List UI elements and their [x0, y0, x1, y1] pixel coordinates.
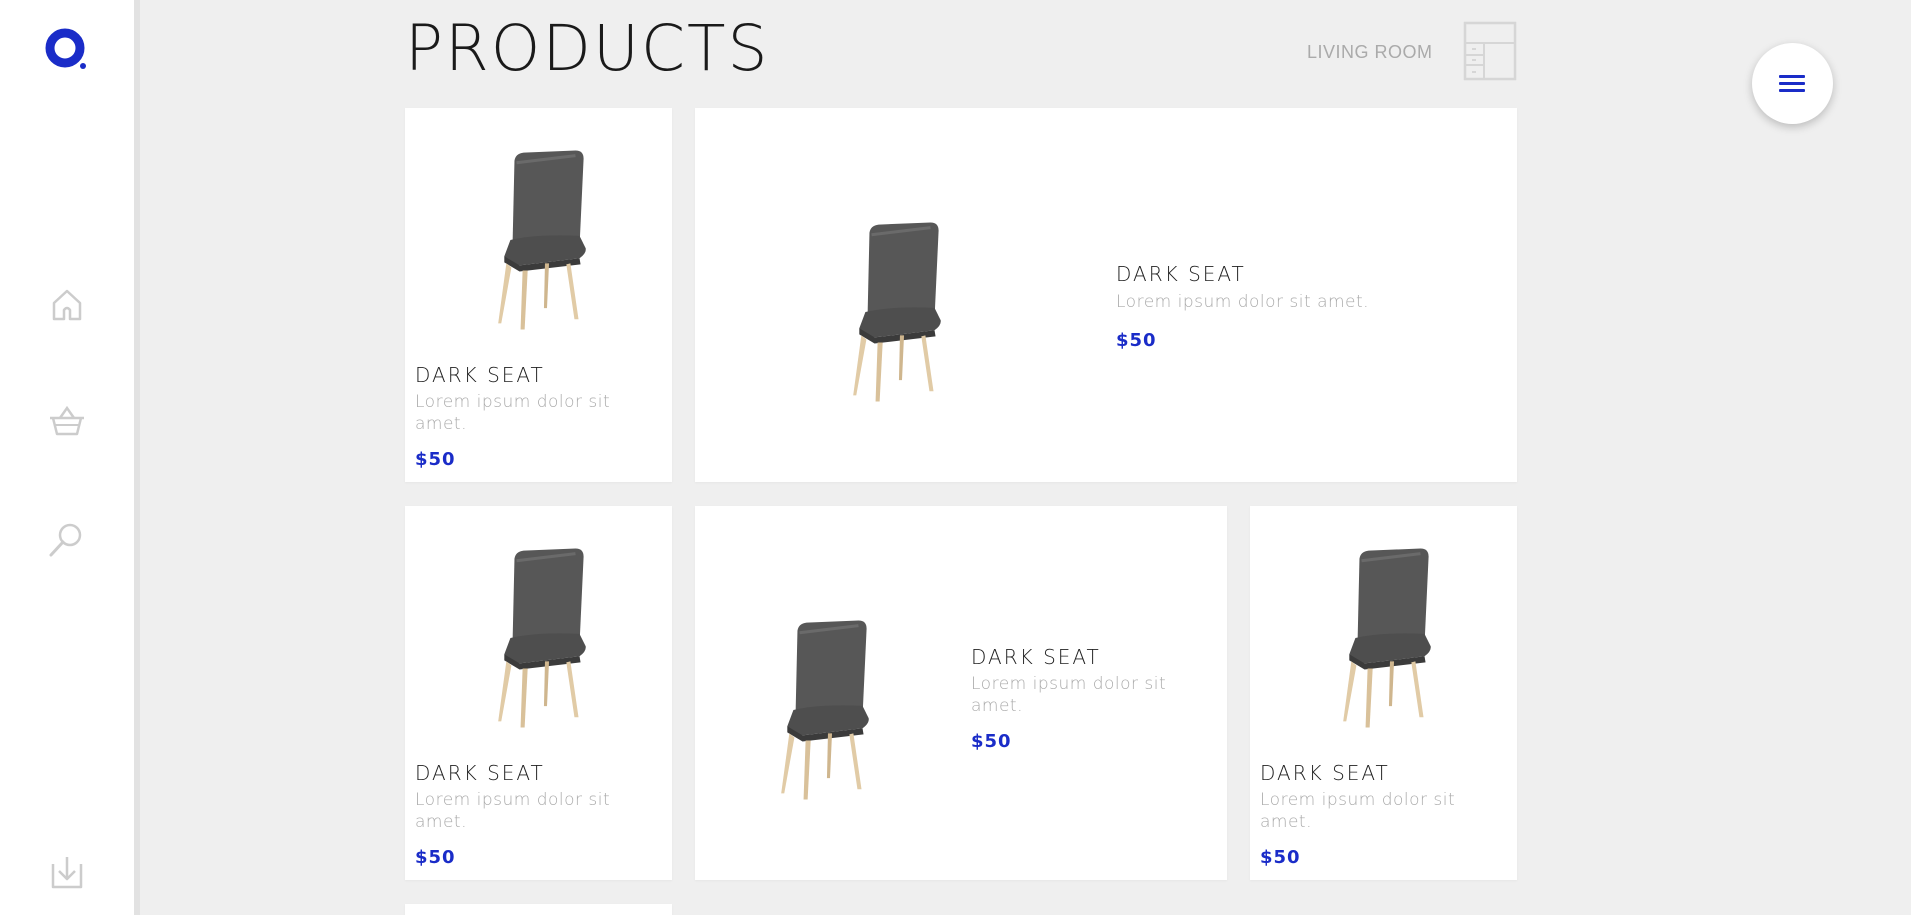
product-description: Lorem ipsum dolor sit amet.: [415, 790, 611, 832]
product-price: $50: [1116, 330, 1157, 351]
product-description: Lorem ipsum dolor sit amet.: [415, 392, 611, 434]
product-card[interactable]: [405, 904, 672, 915]
product-card[interactable]: DARK SEAT Lorem ipsum dolor sit amet. $5…: [1250, 506, 1517, 880]
basket-icon[interactable]: [48, 403, 86, 441]
download-icon[interactable]: [48, 854, 86, 892]
product-card-wide[interactable]: DARK SEAT Lorem ipsum dolor sit amet. $5…: [695, 506, 1227, 880]
logo-ring-icon[interactable]: [45, 28, 89, 72]
page-title: PRODUCTS: [405, 12, 770, 85]
home-icon[interactable]: [48, 286, 86, 324]
product-description: Lorem ipsum dolor sit amet.: [971, 674, 1167, 716]
product-price: $50: [415, 847, 456, 868]
search-icon[interactable]: [48, 520, 86, 558]
product-name: DARK SEAT: [1116, 262, 1246, 286]
product-price: $50: [415, 449, 456, 470]
product-description: Lorem ipsum dolor sit amet.: [1116, 292, 1370, 312]
product-name: DARK SEAT: [1260, 761, 1390, 785]
product-price: $50: [971, 731, 1012, 752]
chair-image: [769, 618, 891, 802]
shelf-furniture-icon[interactable]: [1462, 21, 1518, 81]
menu-button[interactable]: [1752, 43, 1833, 124]
product-name: DARK SEAT: [415, 363, 545, 387]
chair-image: [486, 148, 608, 332]
product-name: DARK SEAT: [415, 761, 545, 785]
product-description: Lorem ipsum dolor sit amet.: [1260, 790, 1456, 832]
product-card-featured[interactable]: DARK SEAT Lorem ipsum dolor sit amet. $5…: [695, 108, 1517, 482]
sidebar: [0, 0, 140, 915]
chair-image: [486, 546, 608, 730]
chair-image: [841, 220, 963, 404]
product-name: DARK SEAT: [971, 645, 1101, 669]
product-card[interactable]: DARK SEAT Lorem ipsum dolor sit amet. $5…: [405, 506, 672, 880]
product-card[interactable]: DARK SEAT Lorem ipsum dolor sit amet. $5…: [405, 108, 672, 482]
product-price: $50: [1260, 847, 1301, 868]
category-label[interactable]: LIVING ROOM: [1307, 42, 1433, 63]
chair-image: [1331, 546, 1453, 730]
hamburger-menu-icon: [1779, 75, 1805, 96]
